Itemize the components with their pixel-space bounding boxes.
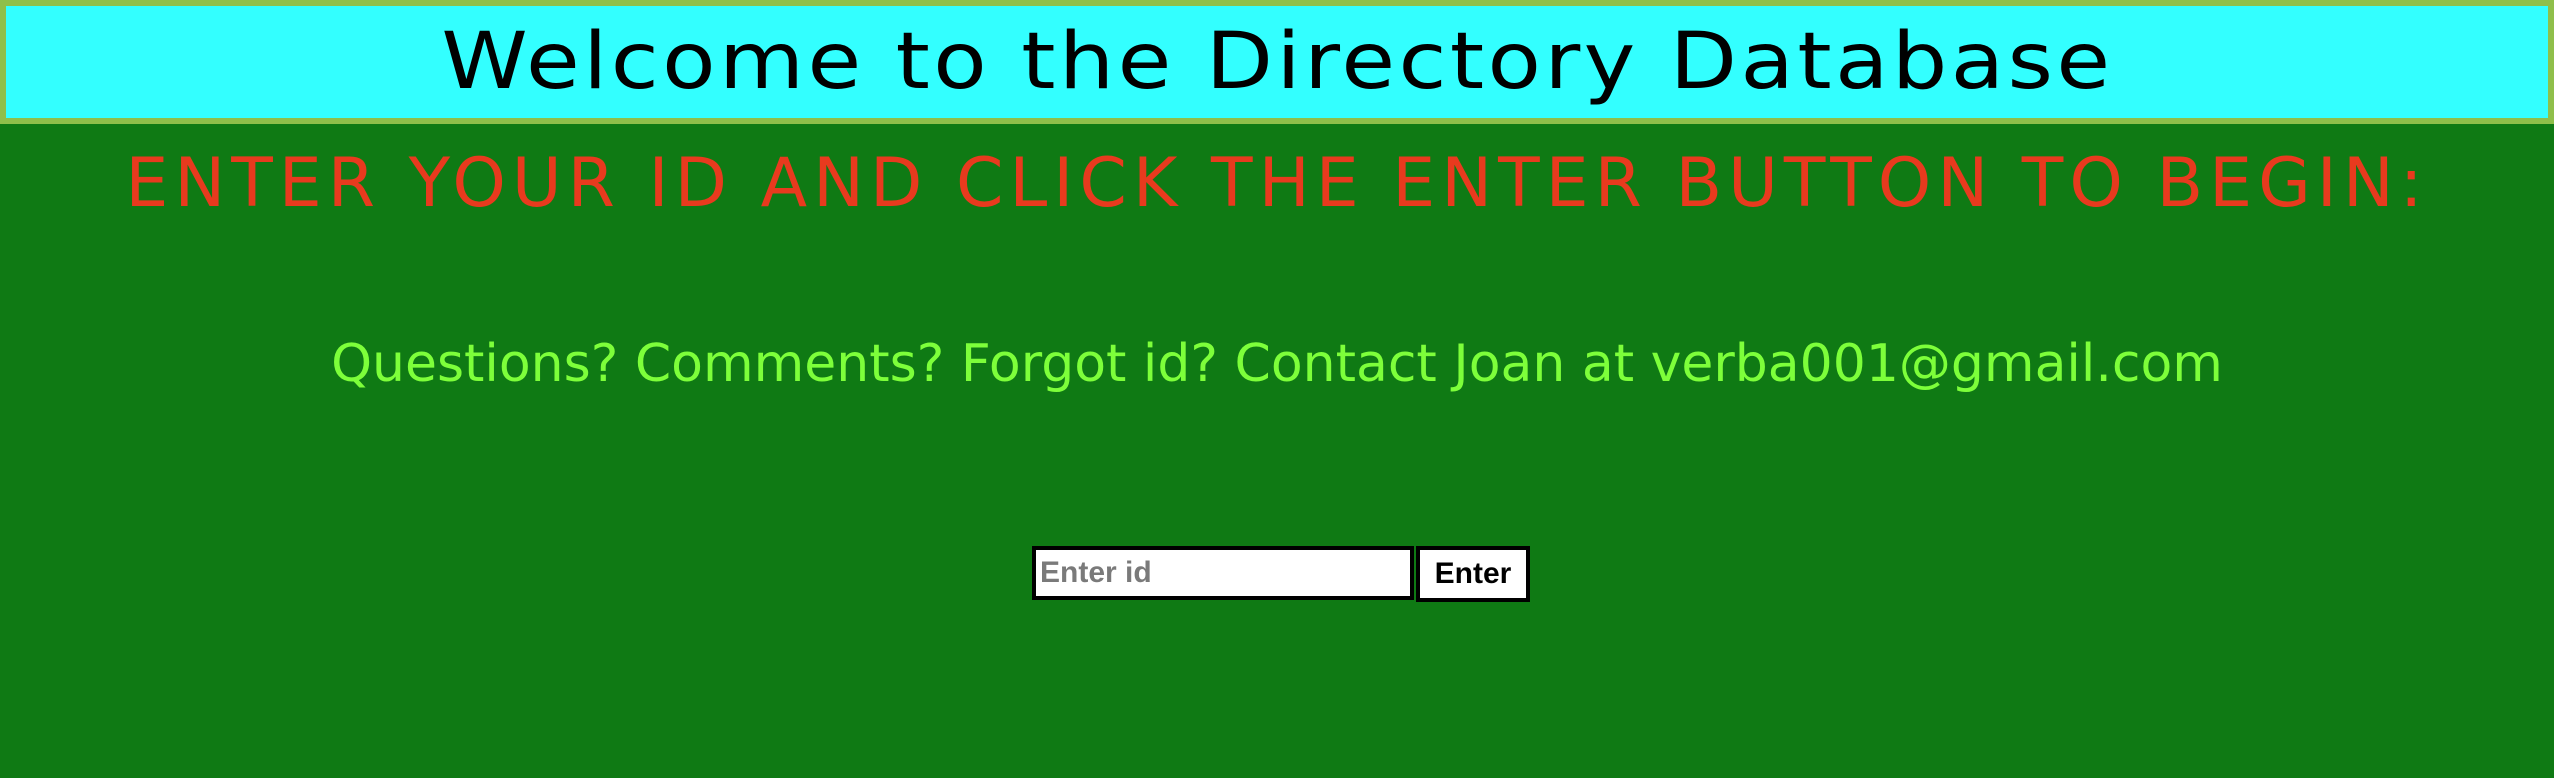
id-entry-form: Enter xyxy=(1032,546,1530,602)
contact-text: Questions? Comments? Forgot id? Contact … xyxy=(331,334,2223,394)
page-header: Welcome to the Directory Database xyxy=(0,0,2554,124)
id-input[interactable] xyxy=(1032,546,1414,600)
page-title: Welcome to the Directory Database xyxy=(440,17,2114,107)
instructions-text: Enter your ID and click the Enter button… xyxy=(125,144,2429,223)
enter-button[interactable]: Enter xyxy=(1416,546,1530,602)
